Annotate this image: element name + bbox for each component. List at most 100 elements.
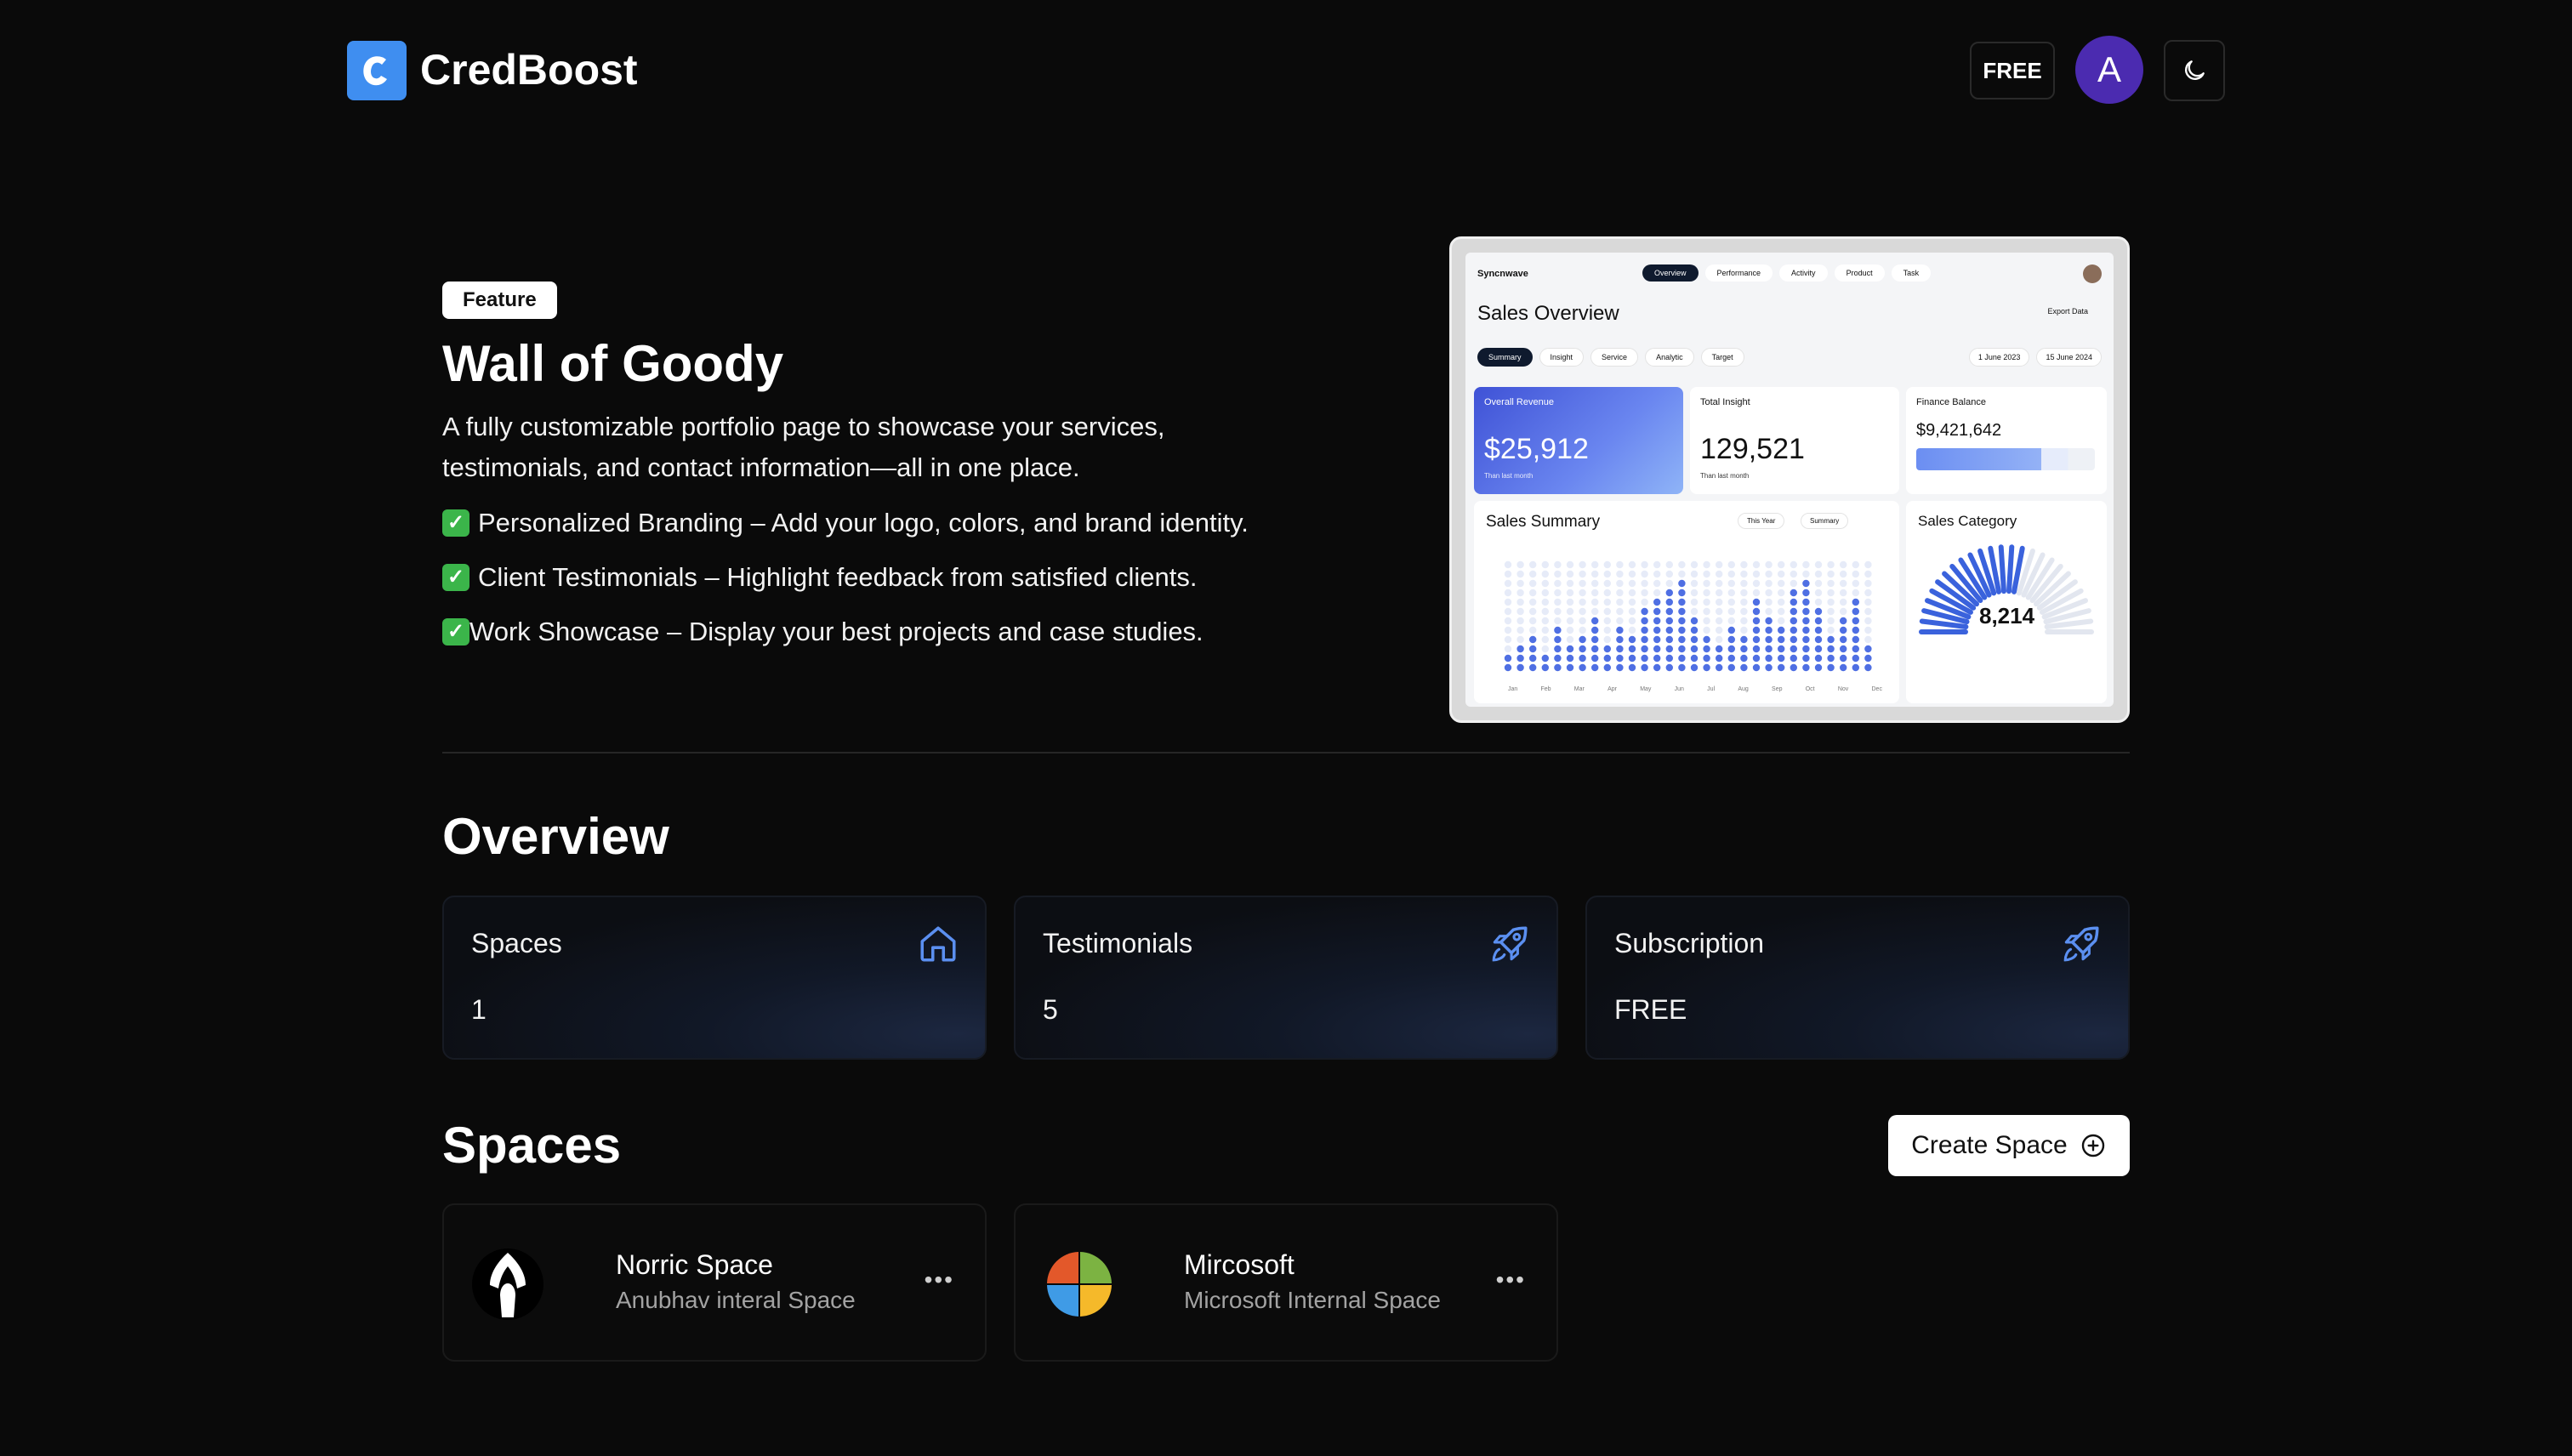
chart-dot bbox=[1641, 570, 1648, 578]
chart-dot bbox=[1665, 560, 1673, 569]
chart-dot bbox=[1814, 654, 1823, 663]
chart-dot bbox=[1716, 626, 1723, 634]
chart-dot bbox=[1653, 579, 1661, 588]
chart-dot bbox=[1852, 589, 1859, 597]
chart-dot bbox=[1628, 626, 1636, 634]
chart-dot bbox=[1616, 663, 1624, 672]
feature-preview-image: Syncnwave Overview Performance Activity … bbox=[1449, 236, 2130, 723]
chart-dot bbox=[1566, 626, 1574, 634]
chart-dot bbox=[1653, 617, 1661, 625]
chart-dot bbox=[1653, 635, 1661, 644]
chart-dot bbox=[1814, 598, 1823, 606]
plan-badge[interactable]: FREE bbox=[1970, 42, 2055, 100]
more-options-icon[interactable]: ••• bbox=[1496, 1266, 1526, 1294]
chart-dot bbox=[1603, 654, 1611, 663]
chart-dot bbox=[1603, 570, 1611, 578]
chart-dot bbox=[1665, 635, 1673, 644]
chart-dot bbox=[1516, 654, 1524, 663]
preview-tab: Overview bbox=[1642, 264, 1699, 282]
chart-dot bbox=[1827, 560, 1835, 569]
chart-dot bbox=[1827, 607, 1835, 616]
chart-dot bbox=[1529, 635, 1537, 644]
stat-label: Spaces bbox=[471, 928, 562, 958]
chart-dot bbox=[1703, 560, 1710, 569]
user-avatar[interactable]: A bbox=[2075, 36, 2143, 104]
brand-name[interactable]: CredBoost bbox=[420, 43, 638, 97]
chart-dot bbox=[1541, 635, 1549, 644]
chart-dot bbox=[1579, 570, 1586, 578]
preview-tab: Activity bbox=[1779, 264, 1828, 282]
chart-dot bbox=[1616, 617, 1624, 625]
chart-dot bbox=[1665, 579, 1673, 588]
month-label: Feb bbox=[1540, 686, 1551, 692]
chart-dot bbox=[1765, 570, 1773, 578]
chart-dot bbox=[1579, 635, 1586, 644]
chart-dot bbox=[1703, 607, 1710, 616]
chart-dot bbox=[1665, 570, 1673, 578]
chart-dot bbox=[1628, 654, 1636, 663]
preview-date: 15 June 2024 bbox=[2036, 348, 2102, 367]
preview-subtab: Insight bbox=[1539, 348, 1585, 367]
chart-dot bbox=[1778, 607, 1785, 616]
chart-dot bbox=[1852, 607, 1859, 616]
chart-dot bbox=[1579, 654, 1586, 663]
chart-dot bbox=[1778, 663, 1785, 672]
month-label: Sep bbox=[1772, 686, 1783, 692]
chart-dot bbox=[1790, 598, 1797, 606]
chart-dot bbox=[1840, 598, 1847, 606]
chart-dot bbox=[1566, 589, 1574, 597]
chart-dot bbox=[1665, 607, 1673, 616]
month-label: Mar bbox=[1573, 686, 1585, 692]
chart-dot bbox=[1653, 626, 1661, 634]
space-card[interactable]: Mircosoft Microsoft Internal Space ••• bbox=[1014, 1203, 1558, 1362]
chart-dot bbox=[1541, 598, 1549, 606]
brand-logo[interactable] bbox=[347, 41, 407, 100]
chart-dot bbox=[1827, 579, 1835, 588]
chart-dot bbox=[1628, 607, 1636, 616]
chart-dot bbox=[1778, 626, 1785, 634]
preview-export: Export Data bbox=[2047, 307, 2088, 316]
chart-dot bbox=[1752, 560, 1761, 569]
chart-dot bbox=[1529, 654, 1537, 663]
chart-dot bbox=[1554, 645, 1562, 653]
chart-dot bbox=[1690, 560, 1699, 569]
revenue-label: Overall Revenue bbox=[1484, 397, 1554, 407]
more-options-icon[interactable]: ••• bbox=[925, 1266, 954, 1294]
check-icon: ✓ bbox=[442, 509, 469, 537]
chart-dot bbox=[1740, 607, 1748, 616]
space-name: Norric Space bbox=[616, 1249, 773, 1280]
chart-dot bbox=[1703, 654, 1710, 663]
space-card[interactable]: Norric Space Anubhav interal Space ••• bbox=[442, 1203, 987, 1362]
overview-title: Overview bbox=[442, 808, 669, 865]
chart-dot bbox=[1727, 617, 1735, 625]
chart-dot bbox=[1678, 663, 1686, 672]
chart-dot bbox=[1727, 645, 1735, 653]
chart-dot bbox=[1529, 626, 1537, 634]
chart-dot bbox=[1864, 560, 1872, 569]
chart-dot bbox=[1529, 663, 1537, 672]
create-space-button[interactable]: Create Space bbox=[1888, 1115, 2130, 1176]
chart-dot bbox=[1603, 635, 1611, 644]
chart-dot bbox=[1579, 560, 1586, 569]
chart-dot bbox=[1678, 598, 1686, 606]
chart-dot bbox=[1727, 607, 1735, 616]
chart-dot bbox=[1840, 645, 1847, 653]
chart-dot bbox=[1802, 654, 1810, 663]
chart-dot bbox=[1840, 579, 1847, 588]
chart-dot bbox=[1616, 645, 1624, 653]
chart-dot bbox=[1703, 589, 1710, 597]
chart-dot bbox=[1716, 654, 1723, 663]
theme-toggle-button[interactable] bbox=[2164, 40, 2225, 101]
create-space-label: Create Space bbox=[1911, 1131, 2068, 1159]
chart-dot bbox=[1740, 579, 1748, 588]
preview-subtab: Analytic bbox=[1645, 348, 1694, 367]
chart-dot bbox=[1678, 607, 1686, 616]
chart-dot bbox=[1840, 663, 1847, 672]
hero-description: A fully customizable portfolio page to s… bbox=[442, 412, 1165, 482]
chart-dot bbox=[1641, 589, 1648, 597]
chart-dot bbox=[1603, 607, 1611, 616]
chart-dot bbox=[1778, 635, 1785, 644]
chart-dot bbox=[1864, 654, 1872, 663]
chart-dot bbox=[1566, 617, 1574, 625]
chart-dot bbox=[1603, 663, 1611, 672]
